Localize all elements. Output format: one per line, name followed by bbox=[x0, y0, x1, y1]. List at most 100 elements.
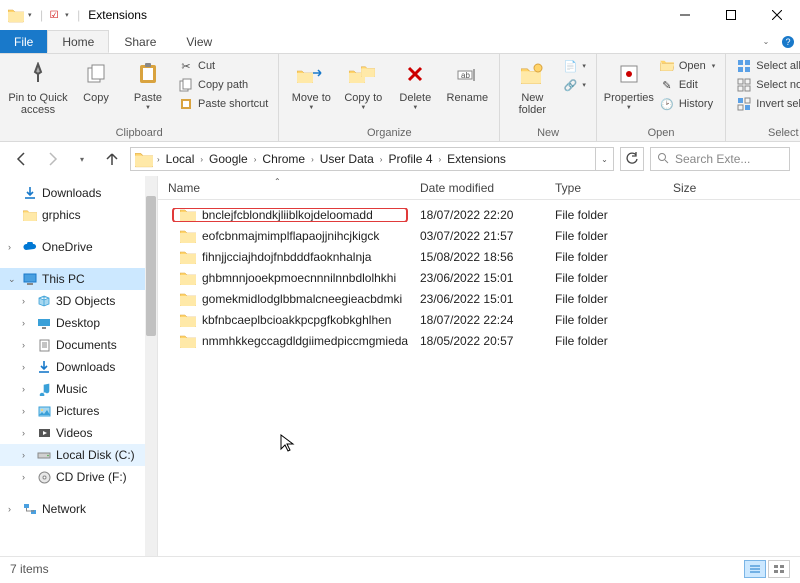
file-type: File folder bbox=[545, 208, 663, 222]
nav-music[interactable]: ›Music bbox=[0, 378, 157, 400]
nav-scrollbar[interactable] bbox=[145, 176, 157, 556]
recent-locations-button[interactable]: ▾ bbox=[70, 147, 94, 171]
folder-icon bbox=[180, 334, 196, 348]
file-tab[interactable]: File bbox=[0, 30, 47, 53]
delete-button[interactable]: Delete▼ bbox=[389, 56, 441, 111]
copy-button[interactable]: Copy bbox=[70, 56, 122, 104]
folder-icon bbox=[180, 250, 196, 264]
nav-local-disk[interactable]: ›Local Disk (C:) bbox=[0, 444, 157, 466]
large-icons-view-button[interactable] bbox=[768, 560, 790, 578]
nav-3d-objects[interactable]: ›3D Objects bbox=[0, 290, 157, 312]
edit-button[interactable]: ✎Edit bbox=[659, 77, 715, 93]
cd-icon bbox=[36, 469, 52, 485]
copy-path-button[interactable]: Copy path bbox=[178, 77, 268, 93]
file-row[interactable]: kbfnbcaeplbcioakkpcpgfkobkghlhen18/07/20… bbox=[158, 309, 800, 330]
folder-icon bbox=[180, 271, 196, 285]
share-tab[interactable]: Share bbox=[109, 30, 171, 53]
nav-pictures[interactable]: ›Pictures bbox=[0, 400, 157, 422]
breadcrumb-item[interactable]: Local bbox=[162, 152, 199, 166]
back-button[interactable] bbox=[10, 147, 34, 171]
up-button[interactable] bbox=[100, 147, 124, 171]
ribbon-collapse-icon[interactable]: ⌄ bbox=[756, 30, 776, 53]
pc-icon bbox=[22, 271, 38, 287]
refresh-button[interactable] bbox=[620, 147, 644, 171]
navigation-pane[interactable]: Downloads grphics ›OneDrive ⌄This PC ›3D… bbox=[0, 176, 158, 556]
column-header-name[interactable]: ⌃Name bbox=[158, 181, 410, 195]
properties-button[interactable]: Properties▼ bbox=[603, 56, 655, 111]
ribbon-tabs: File Home Share View ⌄ ? bbox=[0, 30, 800, 54]
column-header-size[interactable]: Size bbox=[663, 181, 800, 195]
paste-shortcut-button[interactable]: Paste shortcut bbox=[178, 96, 268, 112]
select-none-button[interactable]: Select none bbox=[736, 77, 800, 93]
window-title: Extensions bbox=[88, 8, 147, 22]
file-name: kbfnbcaeplbcioakkpcpgfkobkghlhen bbox=[202, 313, 391, 327]
nav-network[interactable]: ›Network bbox=[0, 498, 157, 520]
history-button[interactable]: 🕑History bbox=[659, 96, 715, 112]
maximize-button[interactable] bbox=[708, 0, 754, 30]
column-header-type[interactable]: Type bbox=[545, 181, 663, 195]
file-date: 23/06/2022 15:01 bbox=[410, 292, 545, 306]
rename-button[interactable]: ab Rename bbox=[441, 56, 493, 104]
open-button[interactable]: Open▾ bbox=[659, 58, 715, 74]
qa-dropdown-icon[interactable]: ▾ bbox=[28, 11, 36, 19]
nav-downloads[interactable]: Downloads bbox=[0, 182, 157, 204]
file-row[interactable]: gomekmidlodglbbmalcneegieacbdmki 23/06/20… bbox=[158, 288, 800, 309]
file-name: gomekmidlodglbbmalcneegieacbdmki bbox=[202, 292, 402, 306]
move-to-button[interactable]: Move to▼ bbox=[285, 56, 337, 111]
breadcrumb-bar[interactable]: › Local› Google› Chrome› User Data› Prof… bbox=[130, 147, 614, 171]
nav-cd-drive[interactable]: ›CD Drive (F:) bbox=[0, 466, 157, 488]
column-header-date[interactable]: Date modified bbox=[410, 181, 545, 195]
address-dropdown-icon[interactable]: ⌄ bbox=[595, 148, 613, 170]
nav-onedrive[interactable]: ›OneDrive bbox=[0, 236, 157, 258]
file-list-pane[interactable]: ⌃Name Date modified Type Size bnclejfcbl… bbox=[158, 176, 800, 556]
nav-desktop[interactable]: ›Desktop bbox=[0, 312, 157, 334]
breadcrumb-item[interactable]: Extensions bbox=[443, 152, 510, 166]
breadcrumb-item[interactable]: Google bbox=[205, 152, 252, 166]
help-icon[interactable]: ? bbox=[776, 30, 800, 53]
network-icon bbox=[22, 501, 38, 517]
select-all-button[interactable]: Select all bbox=[736, 58, 800, 74]
breadcrumb-item[interactable]: Profile 4 bbox=[384, 152, 436, 166]
copy-to-button[interactable]: Copy to▼ bbox=[337, 56, 389, 111]
pin-quick-access-button[interactable]: Pin to Quick access bbox=[6, 56, 70, 116]
search-icon bbox=[657, 152, 669, 167]
nav-documents[interactable]: ›Documents bbox=[0, 334, 157, 356]
file-row[interactable]: bnclejfcblondkjliiblkojdeloomadd18/07/20… bbox=[158, 204, 800, 225]
file-row[interactable]: fihnjjcciajhdojfnbdddfaoknhalnja15/08/20… bbox=[158, 246, 800, 267]
paste-button[interactable]: Paste ▼ bbox=[122, 56, 174, 111]
minimize-button[interactable] bbox=[662, 0, 708, 30]
invert-selection-button[interactable]: Invert selection bbox=[736, 96, 800, 112]
videos-icon bbox=[36, 425, 52, 441]
easy-access-button[interactable]: 🔗▾ bbox=[562, 77, 586, 93]
folder-icon bbox=[8, 7, 24, 23]
nav-folder[interactable]: grphics bbox=[0, 204, 157, 226]
file-name: ghbmnnjooekpmoecnnnilnnbdlolhkhi bbox=[202, 271, 396, 285]
file-name: nmmhkkegccagdldgiimedpiccmgmieda bbox=[202, 334, 408, 348]
file-row[interactable]: ghbmnnjooekpmoecnnnilnnbdlolhkhi23/06/20… bbox=[158, 267, 800, 288]
view-tab[interactable]: View bbox=[171, 30, 227, 53]
file-name: fihnjjcciajhdojfnbdddfaoknhalnja bbox=[202, 250, 371, 264]
nav-videos[interactable]: ›Videos bbox=[0, 422, 157, 444]
details-view-button[interactable] bbox=[744, 560, 766, 578]
nav-this-pc[interactable]: ⌄This PC bbox=[0, 268, 157, 290]
address-bar-row: ▾ › Local› Google› Chrome› User Data› Pr… bbox=[0, 142, 800, 176]
folder-icon bbox=[180, 208, 196, 222]
desktop-icon bbox=[36, 315, 52, 331]
new-item-button[interactable]: 📄▾ bbox=[562, 58, 586, 74]
breadcrumb-item[interactable]: Chrome bbox=[258, 152, 309, 166]
search-input[interactable]: Search Exte... bbox=[650, 147, 790, 171]
close-button[interactable] bbox=[754, 0, 800, 30]
qa-dropdown2-icon[interactable]: ▾ bbox=[65, 11, 73, 19]
music-icon bbox=[36, 381, 52, 397]
svg-text:ab: ab bbox=[461, 71, 470, 80]
nav-downloads2[interactable]: ›Downloads bbox=[0, 356, 157, 378]
checkbox-icon[interactable]: ☑ bbox=[47, 8, 61, 22]
cut-button[interactable]: ✂Cut bbox=[178, 58, 268, 74]
file-row[interactable]: eofcbnmajmimplflapaojjnihcjkigck03/07/20… bbox=[158, 225, 800, 246]
new-folder-button[interactable]: New folder bbox=[506, 56, 558, 116]
breadcrumb-item[interactable]: User Data bbox=[316, 152, 378, 166]
file-row[interactable]: nmmhkkegccagdldgiimedpiccmgmieda18/05/20… bbox=[158, 330, 800, 351]
home-tab[interactable]: Home bbox=[47, 30, 109, 53]
forward-button[interactable] bbox=[40, 147, 64, 171]
pictures-icon bbox=[36, 403, 52, 419]
